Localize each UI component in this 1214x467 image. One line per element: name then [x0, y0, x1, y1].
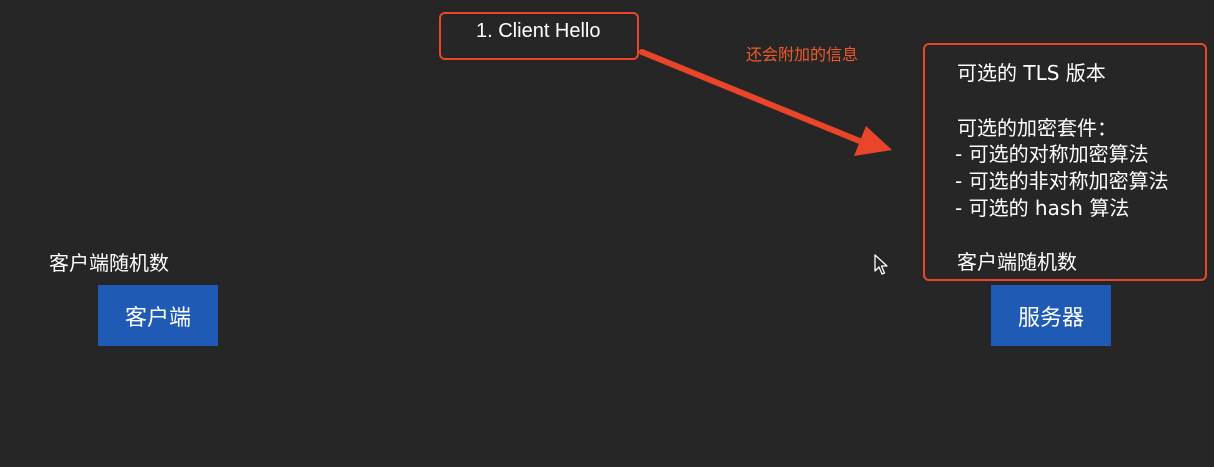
info-line-client-random: 客户端随机数: [957, 250, 1077, 274]
server-node-label: 服务器: [1017, 305, 1084, 331]
server-node: 服务器: [991, 285, 1111, 346]
info-line-symmetric: - 可选的对称加密算法: [955, 142, 1149, 166]
annotation-text: 还会附加的信息: [746, 45, 859, 64]
info-line-tls-version: 可选的 TLS 版本: [957, 61, 1106, 85]
info-line-cipher-suite: 可选的加密套件：: [957, 116, 1117, 140]
client-node-label: 客户端: [124, 305, 191, 331]
mouse-pointer-icon: [874, 254, 888, 275]
client-hello-label: 1. Client Hello: [476, 20, 601, 42]
client-node: 客户端: [98, 285, 218, 346]
client-random-label: 客户端随机数: [49, 251, 169, 275]
info-line-asymmetric: - 可选的非对称加密算法: [955, 169, 1169, 193]
info-line-hash: - 可选的 hash 算法: [955, 196, 1130, 220]
